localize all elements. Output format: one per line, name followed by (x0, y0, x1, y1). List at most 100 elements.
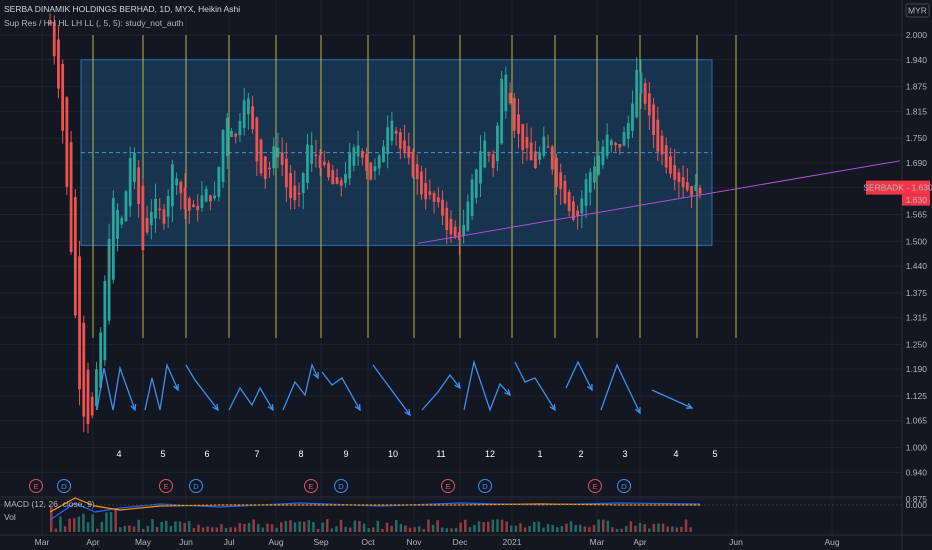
volume-bar (160, 521, 163, 532)
candle-body (69, 142, 73, 253)
candle-body (491, 154, 495, 169)
volume-bar (408, 527, 412, 532)
candle-body (555, 158, 558, 187)
event-label: D (338, 482, 344, 491)
volume-bar (418, 526, 421, 532)
volume-bar (316, 528, 320, 532)
volume-bar (128, 525, 131, 532)
candle-body (276, 147, 280, 158)
candle-body (200, 195, 204, 208)
candle-body (415, 164, 419, 179)
candle-body (95, 369, 98, 407)
volume-bar (473, 524, 476, 532)
volume-bar (142, 528, 145, 532)
volume-bar (684, 519, 688, 532)
event-label: E (163, 482, 168, 491)
candle-body (322, 161, 326, 165)
volume-bar (261, 527, 265, 532)
volume-bar (132, 526, 136, 532)
candle-body (576, 210, 579, 217)
candle-body (517, 114, 520, 134)
volume-bar (169, 526, 173, 532)
candle-body (424, 183, 428, 200)
candle-body (166, 196, 170, 217)
candle-body (196, 205, 200, 211)
volume-bar (620, 528, 623, 532)
candle-body (208, 195, 212, 202)
volume-bar (307, 520, 311, 532)
volume-bar (496, 519, 499, 532)
volume-bar (661, 523, 665, 532)
time-tick-label: Sep (313, 537, 328, 547)
candle-body (411, 151, 415, 177)
volume-bar (500, 519, 504, 532)
candle-body (639, 72, 643, 94)
wave-count-label: 3 (622, 449, 627, 459)
candle-body (187, 198, 191, 211)
candle-body (369, 162, 373, 180)
wave-arrow (421, 373, 461, 411)
volume-bar (454, 527, 458, 532)
price-chart[interactable]: 4 5 6 7 8 9 10 11 12 1 2 3 4 5E D E D E D E D E DMACD (12, 26,… (0, 0, 932, 550)
volume-bar (565, 523, 568, 532)
candle-body (441, 199, 444, 216)
volume-bar (450, 528, 453, 532)
candle-body (462, 224, 466, 237)
candle-body (82, 322, 86, 417)
candle-body (213, 195, 217, 199)
candle-body (546, 146, 550, 148)
candle-body (681, 177, 685, 188)
candle-body (204, 188, 208, 202)
candle-body (525, 137, 529, 149)
volume-bar (289, 520, 292, 532)
candle-body (660, 135, 664, 155)
candle-body (593, 166, 596, 183)
chart-stage: 4 5 6 7 8 9 10 11 12 1 2 3 4 5 E D E D E D E D E D MACD (12, 26,… (0, 0, 932, 550)
candle-body (137, 167, 141, 204)
candle-body (314, 154, 318, 156)
candle-body (512, 98, 516, 131)
currency-label: MYR (908, 6, 927, 16)
candle-body (664, 145, 668, 168)
event-label: D (482, 482, 488, 491)
candle-body (550, 146, 554, 170)
candle-body (605, 134, 609, 156)
volume-bar (270, 524, 274, 532)
event-label: E (592, 482, 597, 491)
volume-bar (284, 521, 288, 532)
candle-body (597, 155, 601, 175)
event-label: E (445, 482, 450, 491)
candle-body (348, 152, 352, 179)
volume-bar (192, 527, 196, 532)
volume-bar (151, 519, 154, 532)
price-tick-label: 2.000 (906, 30, 928, 40)
candle-body (584, 179, 588, 206)
volume-bar (353, 520, 357, 532)
candle-body (141, 185, 145, 251)
candle-body (508, 92, 512, 104)
candle-body (251, 106, 254, 130)
candle-body (470, 179, 474, 217)
volume-bar (468, 527, 472, 532)
chart-title: SERBA DINAMIK HOLDINGS BERHAD, 1D, MYX, … (4, 4, 241, 14)
volume-bar (680, 526, 683, 532)
volume-bar (298, 521, 301, 532)
candle-body (652, 104, 655, 136)
wave-arrow (144, 362, 179, 411)
candle-body (61, 64, 65, 131)
candle-body (432, 193, 436, 202)
volume-bar (445, 528, 449, 532)
volume-bar (487, 521, 490, 532)
volume-label: Vol (4, 512, 16, 522)
volume-bar (339, 519, 343, 532)
price-tick-label: 1.750 (906, 133, 928, 143)
candle-body (103, 280, 107, 361)
volume-bar (657, 523, 660, 532)
volume-bar (82, 513, 85, 532)
candle-body (382, 146, 385, 163)
volume-bar (229, 527, 232, 532)
candle-body (474, 169, 478, 198)
candle-body (496, 125, 499, 162)
time-tick-label: Jun (179, 537, 193, 547)
candle-body (73, 197, 77, 316)
